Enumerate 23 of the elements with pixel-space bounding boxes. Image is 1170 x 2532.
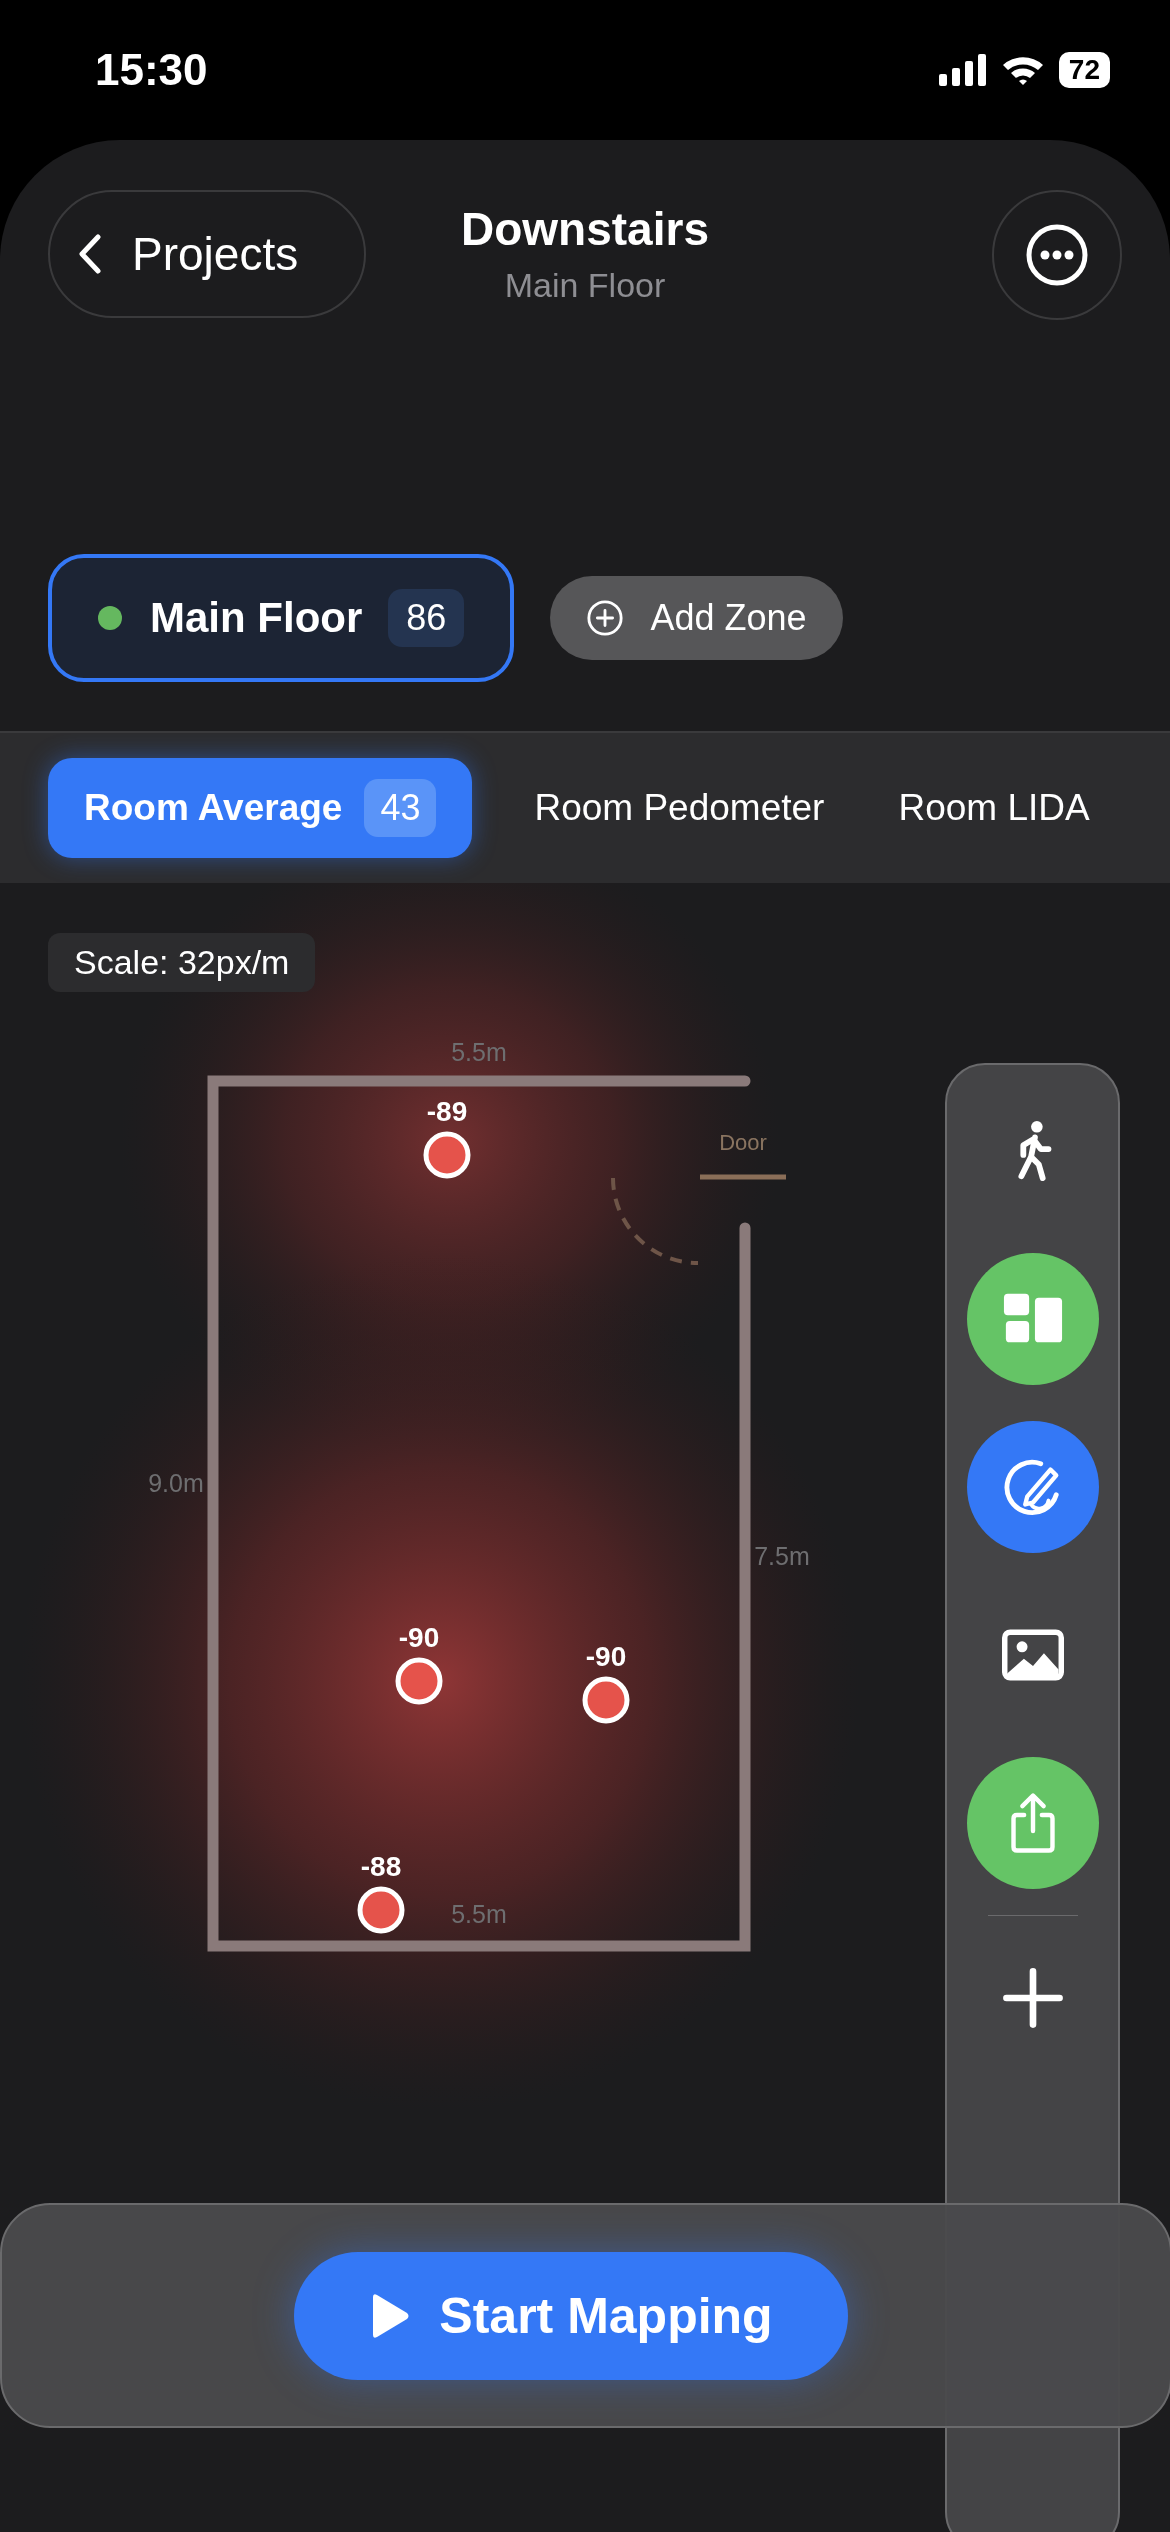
dimension-label: 5.5m [451,1900,507,1928]
battery-icon: 72 [1058,52,1110,88]
signal-reading: -89 [426,1096,468,1127]
screen-subtitle: Main Floor [504,266,666,305]
door-label: Door [719,1130,767,1155]
add-zone-button[interactable]: Add Zone [550,576,843,660]
scale-label: Scale: 32px/m [48,933,316,992]
screen-title: Downstairs [461,202,709,256]
dimension-label: 5.5m [451,1038,507,1066]
signal-reading: -90 [398,1622,440,1653]
start-mapping-button[interactable]: Start Mapping [294,2251,848,2380]
count-badge: 86 [388,589,465,647]
count-badge: 43 [364,779,437,837]
zone-chip[interactable]: Main Floor 86 [48,554,515,682]
signal-reading: -88 [360,1851,402,1882]
signal-reading: -90 [585,1641,627,1672]
tab[interactable]: Room Pedometer [522,758,837,858]
back-button[interactable]: Projects [48,190,366,318]
tab[interactable]: Room LIDA [886,758,1102,858]
dimension-label: 9.0m [148,1469,204,1497]
status-time: 15:30 [95,45,208,95]
tab[interactable]: Room Average 43 [48,758,473,858]
dimension-label: 7.5m [754,1542,810,1570]
